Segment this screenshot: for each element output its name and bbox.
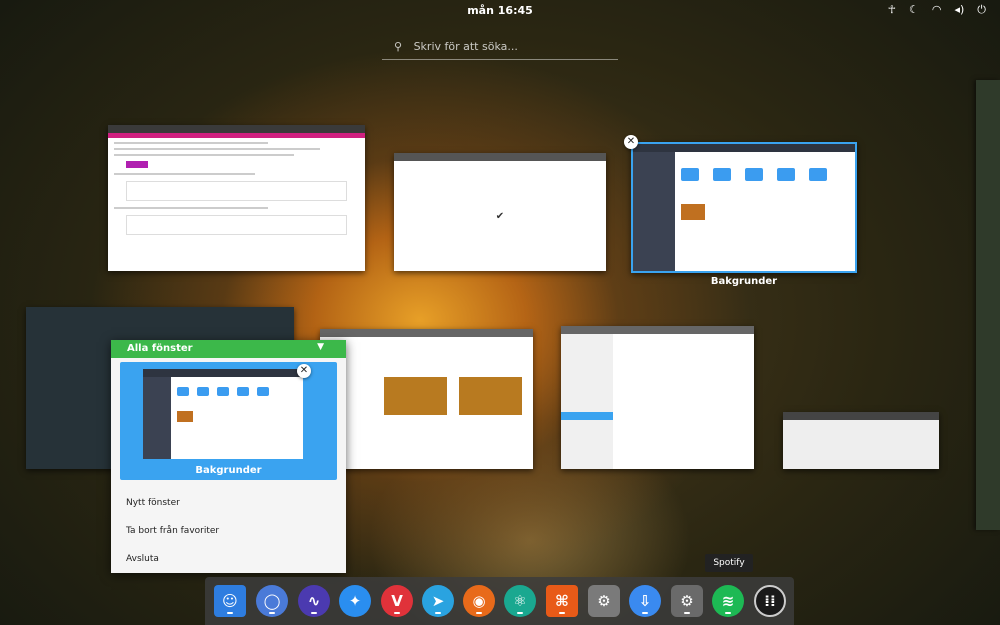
window-thumbnail-browser[interactable] (108, 125, 365, 271)
window-thumbnail-app[interactable]: ✔ (394, 153, 606, 271)
night-mode-icon[interactable]: ☾ (909, 3, 919, 17)
menu-preview-label: Bakgrunder (195, 465, 262, 476)
close-preview-icon[interactable]: ✕ (297, 364, 311, 378)
menu-header-all-windows[interactable]: Alla fönster ▼ (111, 340, 346, 358)
search-field[interactable]: ⚲ Skriv för att söka... (382, 36, 618, 60)
dock-context-menu: Alla fönster ▼ Bakgrunder ✕ Nytt fönster… (111, 340, 346, 573)
wifi-icon[interactable]: ◠ (932, 3, 942, 17)
search-placeholder: Skriv för att söka... (413, 40, 518, 53)
close-window-icon[interactable]: ✕ (624, 135, 638, 149)
top-bar: mån 16:45 ☥ ☾ ◠ ◂) ⏻ (0, 0, 1000, 20)
settings-icon[interactable]: ⚙ (671, 585, 703, 617)
system-settings-icon[interactable]: ⚙ (588, 585, 620, 617)
window-thumbnail-image-viewer[interactable] (320, 329, 533, 469)
atom-icon[interactable]: ⚛ (504, 585, 536, 617)
chevron-down-icon: ▼ (317, 342, 324, 352)
dock: ☺ ◯ ∿ ✦ V ➤ ◉ ⚛ ⌘ ⚙ ⇩ ⚙ ≋ ⁞⁞ (205, 577, 794, 625)
telegram-icon[interactable]: ➤ (422, 585, 454, 617)
finder-icon[interactable]: ☺ (214, 585, 246, 617)
app-grid-icon[interactable]: ⁞⁞ (754, 585, 786, 617)
gimp-icon[interactable]: ⌘ (546, 585, 578, 617)
window-thumbnail-settings[interactable] (561, 326, 754, 469)
menu-item-quit[interactable]: Avsluta (126, 554, 159, 564)
power-icon[interactable]: ⏻ (977, 3, 986, 17)
window-thumbnail-gimp[interactable] (783, 412, 939, 469)
accessibility-icon[interactable]: ☥ (888, 3, 896, 17)
chromium-icon[interactable]: ◯ (256, 585, 288, 617)
vivaldi-icon[interactable]: V (381, 585, 413, 617)
menu-item-new-window[interactable]: Nytt fönster (126, 498, 180, 508)
window-label-files: Bakgrunder (710, 276, 778, 287)
firefox-icon[interactable]: ◉ (463, 585, 495, 617)
checkmark-icon: ✔ (495, 211, 505, 222)
dock-tooltip: Spotify (705, 554, 753, 572)
system-tray: ☥ ☾ ◠ ◂) ⏻ (888, 3, 986, 17)
spotify-icon[interactable]: ≋ (712, 585, 744, 617)
volume-icon[interactable]: ◂) (954, 3, 964, 17)
search-icon: ⚲ (394, 40, 403, 53)
window-thumbnail-files[interactable] (631, 142, 857, 273)
clock[interactable]: mån 16:45 (0, 4, 1000, 17)
menu-window-preview[interactable]: Bakgrunder (120, 362, 337, 480)
workspace-strip[interactable] (976, 80, 1000, 530)
audio-icon[interactable]: ∿ (298, 585, 330, 617)
menu-item-remove-favorite[interactable]: Ta bort från favoriter (126, 526, 219, 536)
safari-icon[interactable]: ✦ (339, 585, 371, 617)
downloader-icon[interactable]: ⇩ (629, 585, 661, 617)
